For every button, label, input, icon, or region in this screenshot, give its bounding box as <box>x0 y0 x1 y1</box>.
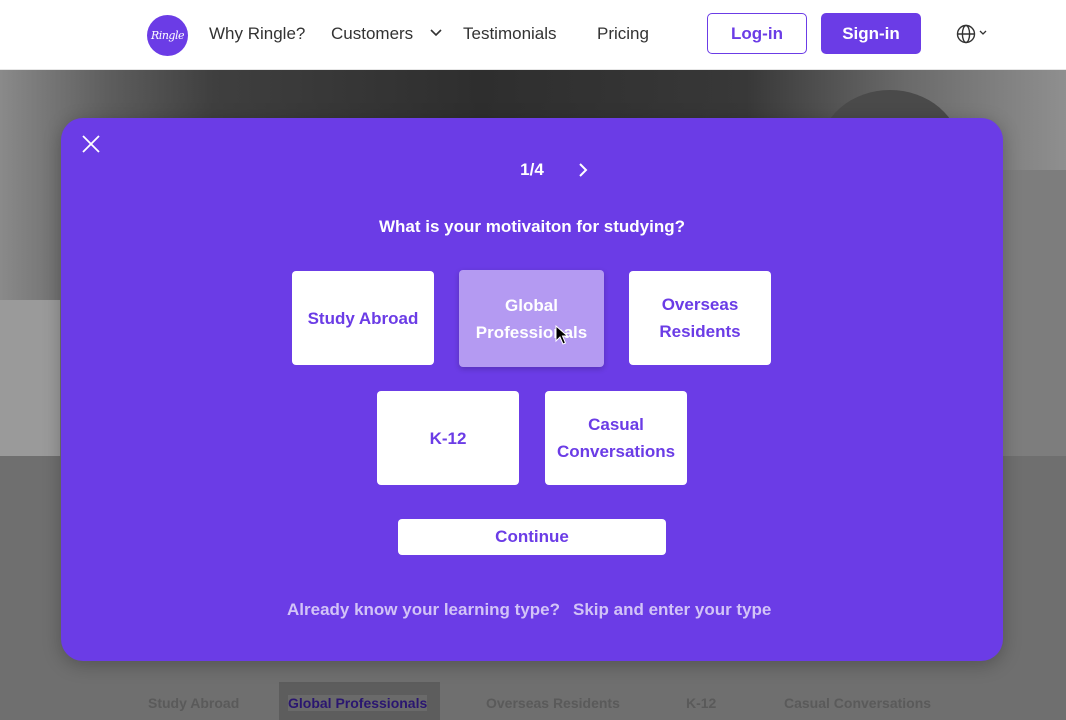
mouse-pointer-icon <box>555 325 568 345</box>
option-global-professionals[interactable]: Global Professionals <box>459 270 604 367</box>
signin-button[interactable]: Sign-in <box>821 13 921 54</box>
continue-button[interactable]: Continue <box>398 519 666 555</box>
option-label: Global Professionals <box>475 295 588 342</box>
option-label: Study Abroad <box>307 308 419 328</box>
footer-question: Already know your learning type? <box>287 600 561 619</box>
option-study-abroad[interactable]: Study Abroad <box>292 271 434 365</box>
tab-global-professionals[interactable]: Global Professionals <box>288 695 428 711</box>
tab-k12[interactable]: K-12 <box>686 695 716 711</box>
chevron-down-icon[interactable] <box>430 29 442 37</box>
chevron-right-icon[interactable] <box>576 162 590 178</box>
login-button[interactable]: Log-in <box>707 13 807 54</box>
option-label: Overseas Residents <box>659 295 741 341</box>
skip-link[interactable]: Skip and enter your type <box>573 599 771 621</box>
nav-why-ringle[interactable]: Why Ringle? <box>209 23 305 45</box>
ringle-logo[interactable]: Ringle <box>147 15 188 56</box>
language-chevron-icon[interactable] <box>979 30 987 36</box>
nav-customers[interactable]: Customers <box>331 23 413 45</box>
close-icon[interactable] <box>81 134 101 154</box>
step-indicator: 1/4 <box>520 160 544 179</box>
option-casual-conversations[interactable]: Casual Conversations <box>545 391 687 485</box>
top-navbar: Ringle Why Ringle? Customers Testimonial… <box>0 0 1066 70</box>
option-k12[interactable]: K-12 <box>377 391 519 485</box>
motivation-modal: 1/4 What is your motivaiton for studying… <box>61 118 1003 661</box>
option-overseas-residents[interactable]: Overseas Residents <box>629 271 771 365</box>
modal-question: What is your motivaiton for studying? <box>379 217 685 236</box>
tab-study-abroad[interactable]: Study Abroad <box>148 695 239 711</box>
option-label: Casual Conversations <box>556 415 676 461</box>
nav-testimonials[interactable]: Testimonials <box>463 23 557 45</box>
option-label: K-12 <box>429 428 467 448</box>
tab-casual-conversations[interactable]: Casual Conversations <box>784 695 931 711</box>
hero-paper-shape <box>0 300 60 456</box>
tab-overseas-residents[interactable]: Overseas Residents <box>486 695 620 711</box>
nav-pricing[interactable]: Pricing <box>597 23 649 45</box>
learning-type-tabs: Study Abroad Global Professionals Overse… <box>0 682 1066 720</box>
globe-icon[interactable] <box>956 24 976 44</box>
